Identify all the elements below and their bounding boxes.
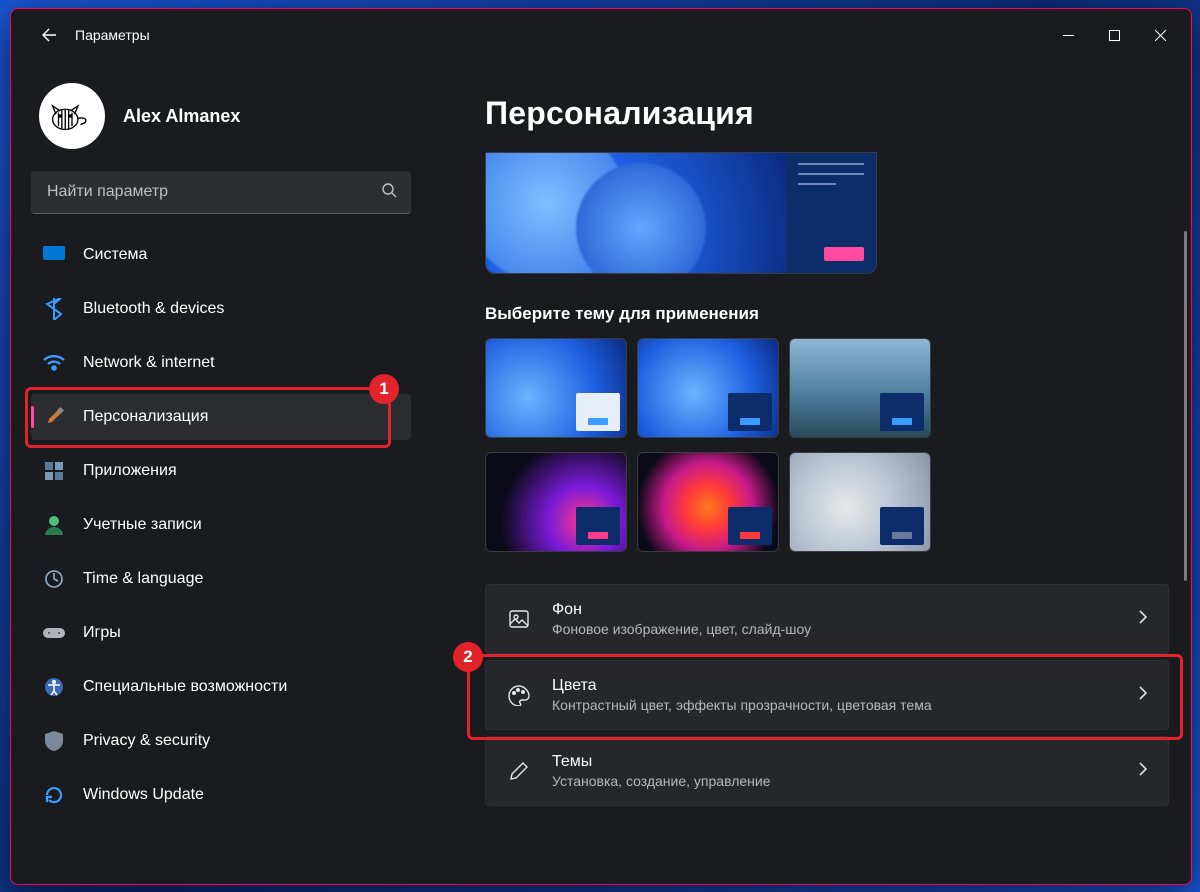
sidebar-item-label: Windows Update <box>83 786 204 804</box>
chevron-right-icon <box>1138 609 1148 630</box>
row-themes[interactable]: Темы Установка, создание, управление <box>485 736 1169 806</box>
sidebar-item-network[interactable]: Network & internet <box>31 340 411 386</box>
row-colors[interactable]: Цвета Контрастный цвет, эффекты прозрачн… <box>485 660 1169 730</box>
sidebar-item-label: Игры <box>83 624 121 642</box>
sidebar-item-label: Network & internet <box>83 354 215 372</box>
search-box[interactable] <box>31 171 411 214</box>
close-button[interactable] <box>1137 19 1183 51</box>
sidebar-item-label: Privacy & security <box>83 732 210 750</box>
display-icon <box>43 244 65 266</box>
row-title: Цвета <box>552 677 1118 695</box>
theme-option-6[interactable] <box>789 452 931 552</box>
window-controls <box>1045 19 1183 51</box>
clock-globe-icon <box>43 568 65 590</box>
gamepad-icon <box>43 622 65 644</box>
chevron-right-icon <box>1138 685 1148 706</box>
sidebar-item-accounts[interactable]: Учетные записи <box>31 502 411 548</box>
paintbrush-icon <box>43 406 65 428</box>
accessibility-icon <box>43 676 65 698</box>
shield-icon <box>43 730 65 752</box>
nav-list: Система Bluetooth & devices Network & in… <box>31 232 411 818</box>
row-background[interactable]: Фон Фоновое изображение, цвет, слайд-шоу <box>485 584 1169 654</box>
sidebar-item-label: Приложения <box>83 462 177 480</box>
theme-option-3[interactable] <box>789 338 931 438</box>
window-body: Alex Almanex Система Bluetooth & devices <box>11 61 1191 884</box>
update-icon <box>43 784 65 806</box>
scrollbar[interactable] <box>1184 231 1187 581</box>
profile-block[interactable]: Alex Almanex <box>31 71 411 171</box>
sidebar-item-label: Специальные возможности <box>83 678 287 696</box>
sidebar-item-system[interactable]: Система <box>31 232 411 278</box>
sidebar: Alex Almanex Система Bluetooth & devices <box>11 61 425 884</box>
search-icon <box>381 182 397 203</box>
sidebar-item-accessibility[interactable]: Специальные возможности <box>31 664 411 710</box>
sidebar-item-label: Bluetooth & devices <box>83 300 224 318</box>
sidebar-item-label: Система <box>83 246 147 264</box>
avatar <box>39 83 105 149</box>
minimize-icon <box>1063 30 1074 41</box>
select-theme-label: Выберите тему для применения <box>485 304 1169 324</box>
back-button[interactable] <box>31 17 67 53</box>
minimize-button[interactable] <box>1045 19 1091 51</box>
sidebar-item-privacy[interactable]: Privacy & security <box>31 718 411 764</box>
sidebar-item-apps[interactable]: Приложения <box>31 448 411 494</box>
desktop-preview <box>485 152 877 274</box>
page-title: Персонализация <box>485 95 1169 132</box>
preview-accent <box>824 247 864 261</box>
palette-icon <box>506 682 532 708</box>
settings-window: Параметры <box>10 8 1192 885</box>
image-icon <box>506 606 532 632</box>
row-subtitle: Фоновое изображение, цвет, слайд-шоу <box>552 621 1118 637</box>
row-title: Темы <box>552 753 1118 771</box>
sidebar-item-bluetooth[interactable]: Bluetooth & devices <box>31 286 411 332</box>
sidebar-item-gaming[interactable]: Игры <box>31 610 411 656</box>
sidebar-item-label: Time & language <box>83 570 203 588</box>
preview-wallpaper <box>486 153 786 273</box>
theme-option-1[interactable] <box>485 338 627 438</box>
back-arrow-icon <box>41 27 57 43</box>
content-area: Персонализация Выберите тему для примене… <box>425 61 1191 884</box>
theme-option-2[interactable] <box>637 338 779 438</box>
apps-icon <box>43 460 65 482</box>
titlebar: Параметры <box>11 9 1191 61</box>
row-subtitle: Установка, создание, управление <box>552 773 1118 789</box>
row-subtitle: Контрастный цвет, эффекты прозрачности, … <box>552 697 1118 713</box>
close-icon <box>1155 30 1166 41</box>
avatar-icon <box>45 89 99 143</box>
theme-option-4[interactable] <box>485 452 627 552</box>
theme-option-5[interactable] <box>637 452 779 552</box>
preview-panel <box>786 153 876 273</box>
bluetooth-icon <box>43 298 65 320</box>
chevron-right-icon <box>1138 761 1148 782</box>
theme-grid <box>485 338 1169 552</box>
settings-list: Фон Фоновое изображение, цвет, слайд-шоу… <box>485 584 1169 806</box>
pen-icon <box>506 758 532 784</box>
sidebar-item-label: Персонализация <box>83 408 208 426</box>
sidebar-item-personalization[interactable]: Персонализация <box>31 394 411 440</box>
maximize-button[interactable] <box>1091 19 1137 51</box>
sidebar-item-label: Учетные записи <box>83 516 202 534</box>
wifi-icon <box>43 352 65 374</box>
annotation-number-2: 2 <box>453 642 483 672</box>
sidebar-item-windows-update[interactable]: Windows Update <box>31 772 411 818</box>
window-title: Параметры <box>75 27 1045 43</box>
sidebar-item-time-language[interactable]: Time & language <box>31 556 411 602</box>
person-icon <box>43 514 65 536</box>
search-input[interactable] <box>45 182 381 202</box>
maximize-icon <box>1109 30 1120 41</box>
row-title: Фон <box>552 601 1118 619</box>
profile-name: Alex Almanex <box>123 106 240 127</box>
